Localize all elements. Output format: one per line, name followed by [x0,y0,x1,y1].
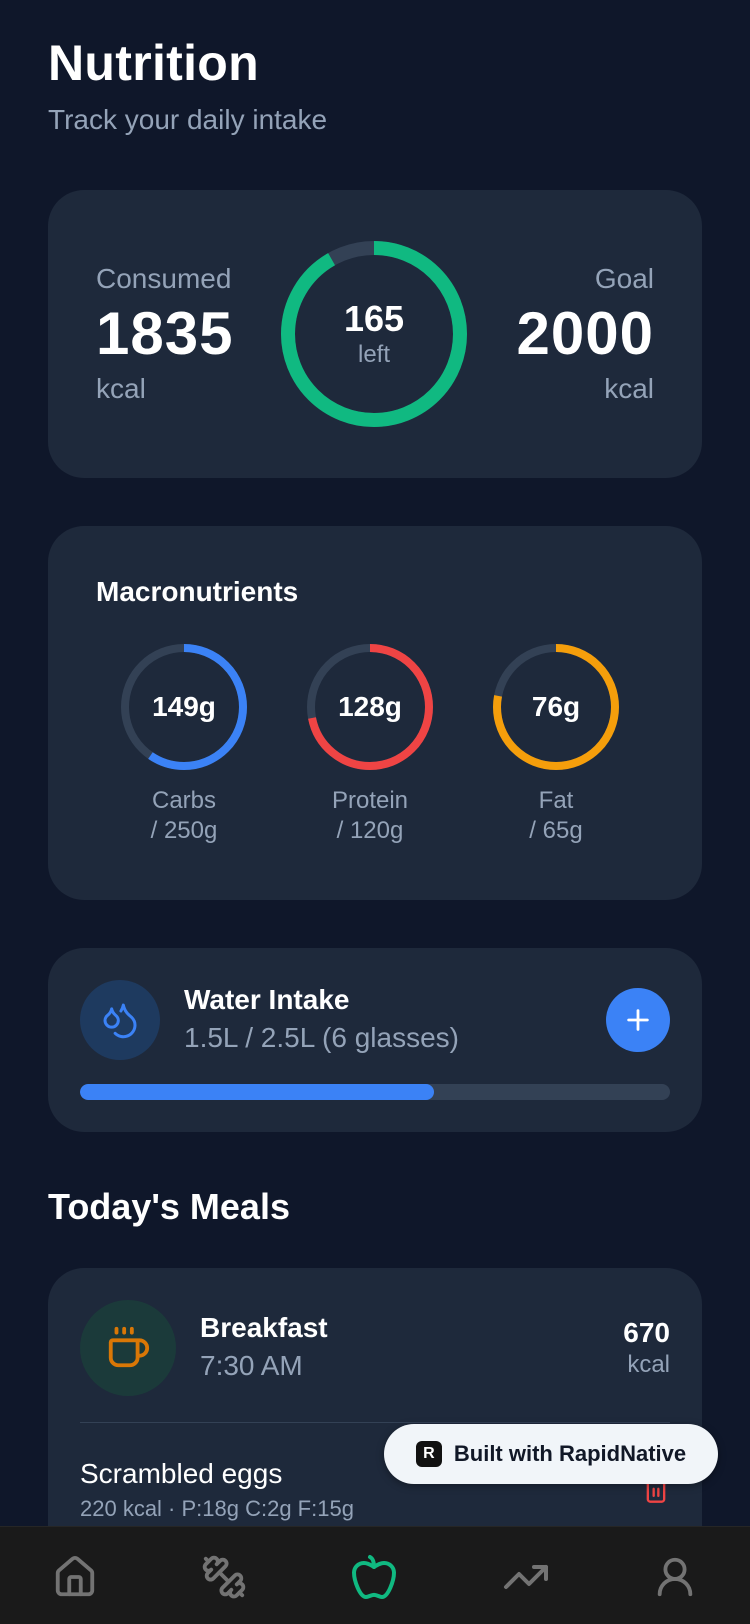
consumed-value: 1835 [96,300,234,367]
macro-value: 128g [338,691,402,722]
meals-section-title: Today's Meals [48,1186,290,1227]
page-subtitle: Track your daily intake [48,104,328,135]
calorie-ring-center: 165 left [278,238,470,430]
dumbbell-icon [202,1555,246,1599]
tab-workouts[interactable] [198,1551,250,1603]
goal-label: Goal [594,263,654,294]
water-intake-title: Water Intake [184,984,350,1015]
calorie-summary-card: Consumed 1835 kcal 165 left Goal 2000 kc… [48,190,702,478]
tab-progress[interactable] [500,1551,552,1603]
macro-name: Carbs [151,787,217,814]
tab-profile[interactable] [649,1551,701,1603]
macro-name: Fat [538,787,574,814]
macro-name: Protein [331,787,409,814]
bottom-tab-bar [0,1526,750,1624]
apple-icon [352,1555,396,1599]
goal-unit: kcal [604,373,654,404]
macro-goal: / 120g [336,817,404,844]
macro-fat: 76g Fat / 65g [476,642,636,846]
calories-left-label: left [357,341,390,368]
goal-section: Goal 2000 kcal [517,262,654,406]
home-icon [55,1555,95,1597]
water-progress-fill [80,1084,434,1100]
user-icon [657,1557,693,1597]
tab-nutrition[interactable] [348,1551,400,1603]
plus-icon [627,1009,649,1031]
food-item-detail: 220 kcal · P:18g C:2g F:15g [80,1496,354,1521]
macro-ring: 149g [119,642,249,772]
macro-protein: 128g Protein / 120g [290,642,450,846]
meal-calories-value: 670 [623,1317,670,1348]
macro-goal: / 65g [529,817,583,844]
meal-name: Breakfast [200,1312,328,1343]
water-intake-card: Water Intake 1.5L / 2.5L (6 glasses) [48,948,702,1132]
meal-divider [80,1422,670,1423]
trending-up-icon [504,1565,548,1589]
calorie-ring: 165 left [278,238,470,430]
macro-ring: 128g [305,642,435,772]
page-title: Nutrition [48,35,259,91]
calories-left-value: 165 [343,298,405,339]
meal-calories-unit: kcal [627,1351,670,1378]
macro-goal: / 250g [150,817,218,844]
macronutrients-title: Macronutrients [96,576,299,607]
nutrition-screen: Nutrition Track your daily intake Consum… [0,0,750,1624]
water-intake-amount: 1.5L / 2.5L (6 glasses) [184,1022,459,1053]
add-water-button[interactable] [606,988,670,1052]
water-progress-bar [80,1084,670,1100]
consumed-unit: kcal [96,373,146,404]
consumed-section: Consumed 1835 kcal [96,262,233,406]
badge-text: Built with RapidNative [453,1441,687,1466]
macro-value: 76g [531,691,581,722]
meal-calories: 670 kcal [623,1316,670,1380]
coffee-cup-icon [80,1300,176,1396]
goal-value: 2000 [516,300,654,367]
water-drops-icon [80,980,160,1060]
built-with-badge[interactable]: R Built with RapidNative [384,1424,718,1484]
macro-carbs: 149g Carbs / 250g [104,642,264,846]
macronutrients-card: Macronutrients 149g Carbs / 250g 128g Pr… [48,526,702,900]
consumed-label: Consumed [96,263,232,294]
macro-ring: 76g [491,642,621,772]
macro-value: 149g [152,691,216,722]
food-item-name: Scrambled eggs [80,1458,283,1489]
rapidnative-logo-icon: R [415,1441,442,1467]
tab-home[interactable] [49,1551,101,1603]
meal-time: 7:30 AM [200,1350,303,1381]
